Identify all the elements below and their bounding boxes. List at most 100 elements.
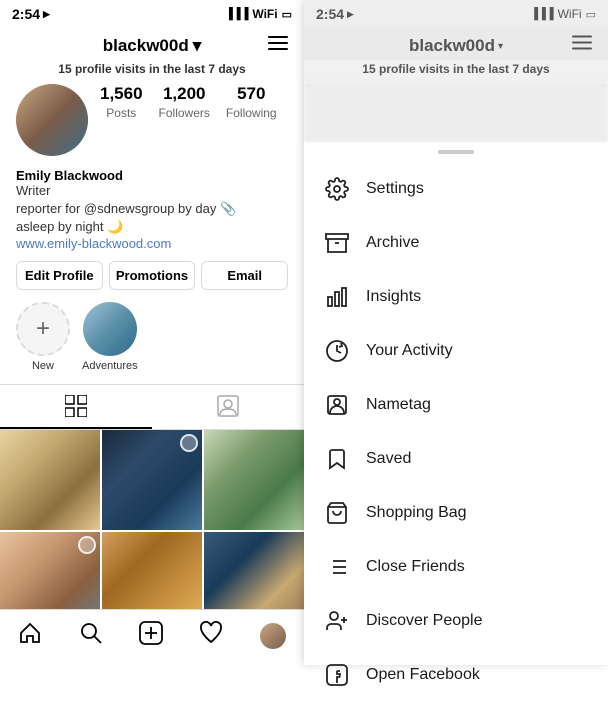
username-label: blackw00d <box>103 36 189 56</box>
search-icon <box>79 621 103 645</box>
highlight-new-label: New <box>32 360 54 372</box>
shopping-bag-icon <box>324 500 350 526</box>
menu-item-archive[interactable]: Archive <box>304 216 608 270</box>
status-arrow-left: ▶ <box>43 9 50 20</box>
right-visit-text: profile visits in the last 7 days <box>376 62 550 76</box>
open-facebook-label: Open Facebook <box>366 666 480 684</box>
highlight-add-icon: + <box>16 302 70 356</box>
select-icon-2 <box>78 536 96 554</box>
visit-number: 15 <box>58 62 71 76</box>
left-panel: 2:54 ▶ ▐▐▐ WiFi ▭ blackw00d ▾ 15 profile… <box>0 0 304 665</box>
add-icon <box>139 621 163 645</box>
highlight-new[interactable]: + New <box>16 302 70 372</box>
edit-profile-button[interactable]: Edit Profile <box>16 261 103 290</box>
stats-row: 1,560 Posts 1,200 Followers 570 Followin… <box>100 84 288 122</box>
nav-add-button[interactable] <box>131 617 171 655</box>
visit-count: 15 profile visits in the last 7 days <box>0 60 304 84</box>
select-icon <box>180 434 198 452</box>
promotions-button[interactable]: Promotions <box>109 261 196 290</box>
settings-icon <box>324 176 350 202</box>
right-chevron-icon: ▾ <box>498 41 503 52</box>
menu-item-your-activity[interactable]: Your Activity <box>304 324 608 378</box>
following-label: Following <box>226 106 277 120</box>
your-activity-icon <box>324 338 350 364</box>
tab-tagged[interactable] <box>152 385 304 429</box>
right-visit-count: 15 profile visits in the last 7 days <box>304 60 608 82</box>
email-button[interactable]: Email <box>201 261 288 290</box>
right-panel: 2:54 ▶ ▐▐▐ WiFi ▭ blackw00d ▾ 15 profile… <box>304 0 608 665</box>
posts-count: 1,560 <box>100 84 143 104</box>
right-header-bg: blackw00d ▾ <box>304 28 608 60</box>
nav-home-button[interactable] <box>10 617 50 655</box>
settings-label: Settings <box>366 180 424 198</box>
bio-section: Emily Blackwood Writer reporter for @sdn… <box>0 168 304 261</box>
stat-followers[interactable]: 1,200 Followers <box>159 84 210 122</box>
right-profile-peek <box>304 82 608 142</box>
photo-cell-2[interactable] <box>102 430 202 530</box>
status-bar-right: 2:54 ▶ ▐▐▐ WiFi ▭ <box>304 0 608 28</box>
heart-icon <box>199 621 223 645</box>
wifi-icon: WiFi <box>252 7 277 21</box>
menu-item-settings[interactable]: Settings <box>304 162 608 216</box>
battery-icon: ▭ <box>282 8 292 21</box>
profile-info: 1,560 Posts 1,200 Followers 570 Followin… <box>0 84 304 168</box>
tab-bar <box>0 384 304 430</box>
nametag-icon <box>324 392 350 418</box>
bio-role: Writer <box>16 183 288 198</box>
photo-cell-1[interactable] <box>0 430 100 530</box>
signal-icon: ▐▐▐ <box>225 8 248 20</box>
grid-icon <box>65 395 87 417</box>
stat-posts: 1,560 Posts <box>100 84 143 122</box>
menu-item-nametag[interactable]: Nametag <box>304 378 608 432</box>
bio-name: Emily Blackwood <box>16 168 288 183</box>
status-time-right: 2:54 <box>316 6 344 22</box>
signal-icon-right: ▐▐▐ <box>530 8 553 20</box>
status-time-left: 2:54 <box>12 6 40 22</box>
nav-profile-button[interactable] <box>252 619 294 653</box>
nav-search-button[interactable] <box>71 617 111 655</box>
username-dropdown-button[interactable]: blackw00d ▾ <box>103 36 202 56</box>
home-icon <box>18 621 42 645</box>
followers-count: 1,200 <box>159 84 210 104</box>
menu-item-insights[interactable]: Insights <box>304 270 608 324</box>
bottom-nav <box>0 609 304 665</box>
battery-icon-right: ▭ <box>586 8 596 21</box>
hamburger-button[interactable] <box>268 34 288 54</box>
highlight-img-adventures <box>83 302 137 356</box>
close-friends-label: Close Friends <box>366 558 465 576</box>
nametag-label: Nametag <box>366 396 431 414</box>
bio-link[interactable]: www.emily-blackwood.com <box>16 236 288 251</box>
right-hamburger-button[interactable] <box>572 33 592 56</box>
menu-item-shopping-bag[interactable]: Shopping Bag <box>304 486 608 540</box>
right-visit-number: 15 <box>362 62 375 76</box>
menu-item-saved[interactable]: Saved <box>304 432 608 486</box>
bio-text: reporter for @sdnewsgroup by day 📎asleep… <box>16 200 288 236</box>
shopping-bag-label: Shopping Bag <box>366 504 467 522</box>
photo-cell-3[interactable] <box>204 430 304 530</box>
action-buttons: Edit Profile Promotions Email <box>0 261 304 302</box>
profile-header: blackw00d ▾ <box>0 28 304 60</box>
archive-icon <box>324 230 350 256</box>
right-username-label: blackw00d <box>409 36 495 56</box>
tab-grid[interactable] <box>0 385 152 429</box>
highlight-adventures[interactable]: Adventures <box>82 302 138 372</box>
stat-following[interactable]: 570 Following <box>226 84 277 122</box>
saved-icon <box>324 446 350 472</box>
menu-item-close-friends[interactable]: Close Friends <box>304 540 608 594</box>
highlight-adventures-label: Adventures <box>82 360 138 372</box>
insights-label: Insights <box>366 288 421 306</box>
menu-item-open-facebook[interactable]: Open Facebook <box>304 648 608 702</box>
followers-label: Followers <box>159 106 210 120</box>
visit-text: profile visits in the last 7 days <box>72 62 246 76</box>
nav-avatar <box>260 623 286 649</box>
saved-label: Saved <box>366 450 411 468</box>
archive-label: Archive <box>366 234 419 252</box>
status-icons-right: ▐▐▐ WiFi ▭ <box>530 7 596 21</box>
avatar[interactable] <box>16 84 88 156</box>
discover-people-icon <box>324 608 350 634</box>
nav-heart-button[interactable] <box>191 617 231 655</box>
menu-item-discover-people[interactable]: Discover People <box>304 594 608 648</box>
status-bar-left: 2:54 ▶ ▐▐▐ WiFi ▭ <box>0 0 304 28</box>
close-friends-icon <box>324 554 350 580</box>
menu-handle <box>438 150 474 154</box>
